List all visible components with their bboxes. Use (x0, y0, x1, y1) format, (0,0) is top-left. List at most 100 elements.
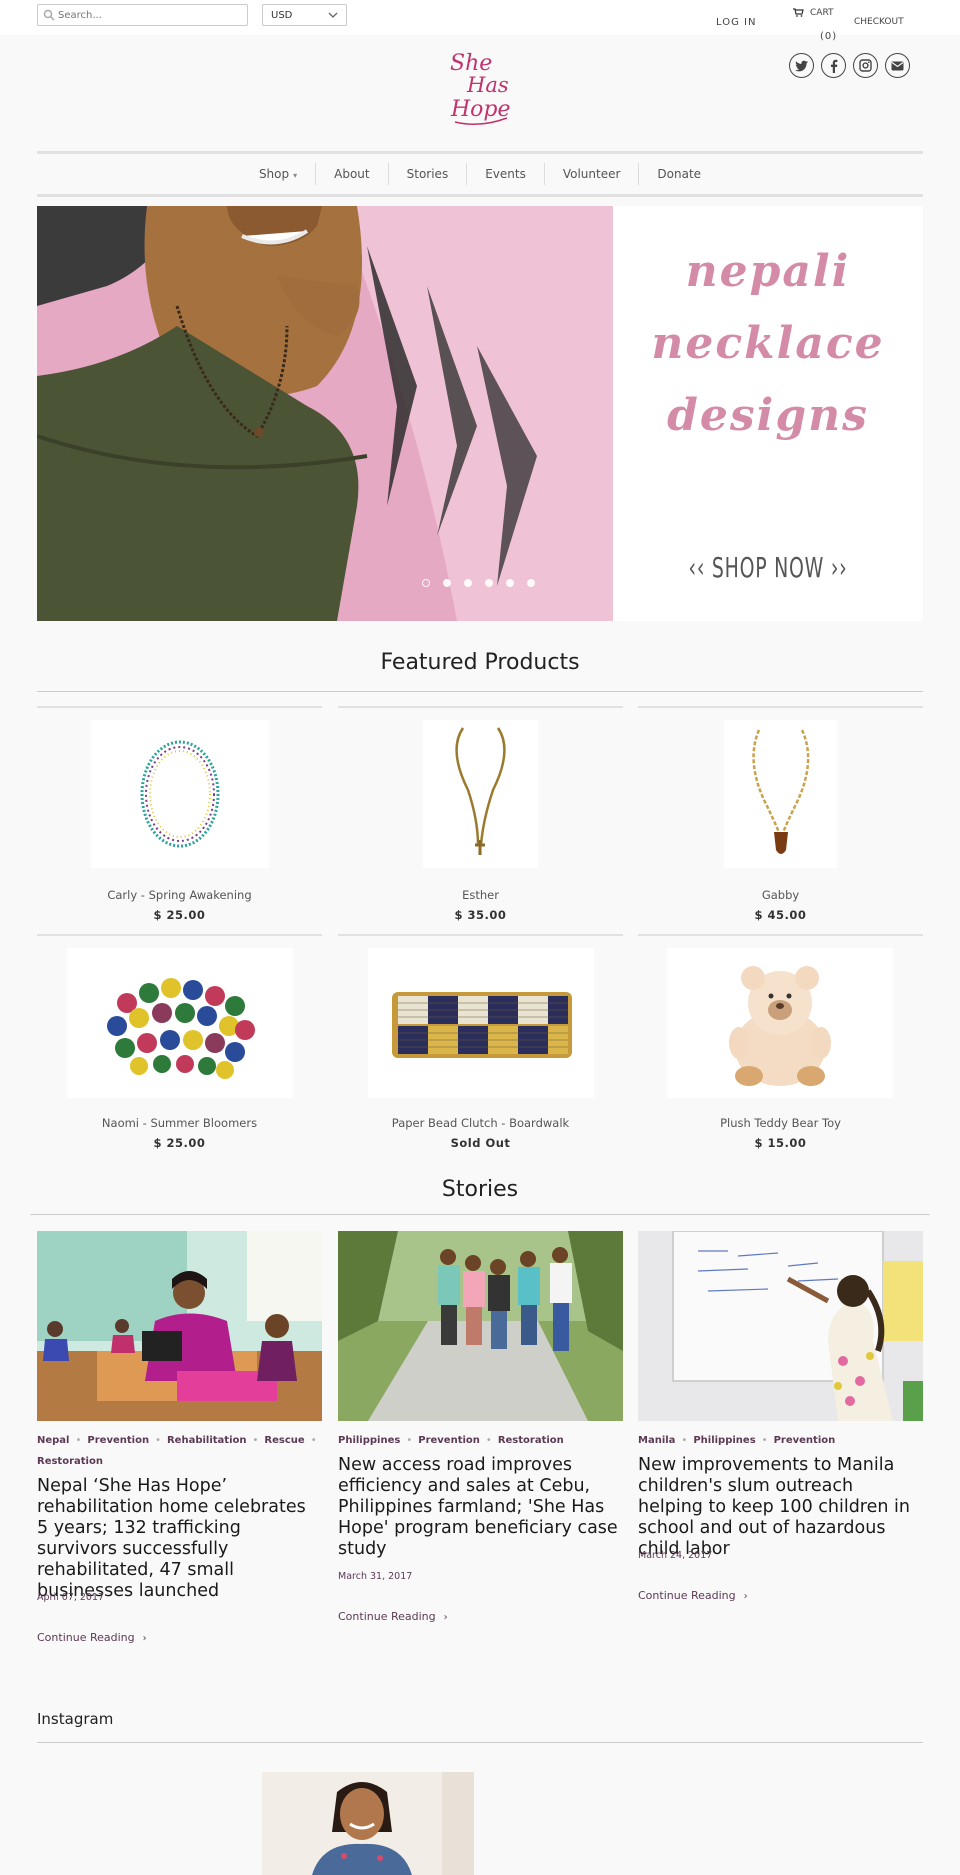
instagram-title: Instagram (37, 1710, 114, 1728)
nav-item-shop[interactable]: Shop ▾ (241, 163, 317, 185)
product-name[interactable]: Esther (338, 888, 623, 902)
product-card[interactable]: Esther $ 35.00 (338, 706, 623, 934)
tag-link[interactable]: Philippines (693, 1435, 755, 1446)
chevron-right-icon: › (743, 1591, 748, 1602)
featured-title: Featured Products (380, 650, 580, 675)
tag-link[interactable]: Prevention (774, 1435, 836, 1446)
story-tags: Nepal • Prevention • Rehabilitation • Rescue • R… (37, 1435, 317, 1467)
tag-link[interactable]: Manila (638, 1435, 675, 1446)
product-image[interactable] (67, 948, 293, 1098)
nav-item-volunteer[interactable]: Volunteer (545, 163, 640, 185)
email-link[interactable] (885, 53, 910, 78)
instagram-link[interactable] (853, 53, 878, 78)
product-name[interactable]: Paper Bead Clutch - Boardwalk (338, 1116, 623, 1130)
svg-text:Has: Has (466, 73, 509, 97)
cart-icon (793, 8, 804, 17)
nav-item-events[interactable]: Events (467, 163, 545, 185)
divider (37, 691, 923, 692)
site-logo[interactable]: She Has Hope (445, 48, 515, 130)
product-image[interactable] (724, 720, 837, 868)
tag-link[interactable]: Nepal (37, 1435, 70, 1446)
story-card: Nepal • Prevention • Rehabilitation • Rescue • R… (37, 1231, 322, 1651)
story-date: March 24, 2017 (638, 1550, 713, 1561)
product-image[interactable] (368, 948, 594, 1098)
product-card[interactable]: Plush Teddy Bear Toy $ 15.00 (638, 934, 923, 1162)
cart-link[interactable]: CART (793, 8, 834, 18)
story-image[interactable] (638, 1231, 923, 1421)
chevron-right-icon: › (443, 1612, 448, 1623)
story-title[interactable]: New improvements to Manila children's sl… (638, 1455, 923, 1560)
story-date: March 31, 2017 (338, 1571, 413, 1582)
slide-dot[interactable] (506, 579, 514, 587)
checkout-link[interactable]: CHECKOUT (854, 17, 904, 27)
shop-now-button[interactable]: ‹‹ SHOP NOW ›› (652, 551, 885, 584)
product-name[interactable]: Naomi - Summer Bloomers (37, 1116, 322, 1130)
divider (37, 1742, 923, 1743)
tag-link[interactable]: Philippines (338, 1435, 400, 1446)
tag-link[interactable]: Rescue (264, 1435, 304, 1446)
continue-reading-label: Continue Reading (338, 1610, 436, 1623)
chevron-down-icon (328, 12, 338, 18)
tag-link[interactable]: Restoration (498, 1435, 564, 1446)
instagram-photo[interactable] (262, 1772, 474, 1875)
continue-reading-label: Continue Reading (638, 1589, 736, 1602)
she-has-hope-logo: She Has Hope (450, 51, 511, 125)
hero-slideshow[interactable]: nepali necklace designs ‹‹ SHOP NOW ›› (37, 206, 923, 621)
hero-promo[interactable]: nepali necklace designs ‹‹ SHOP NOW ›› (613, 206, 923, 621)
slide-dot[interactable] (464, 579, 472, 587)
cart-label: CART (810, 8, 834, 18)
continue-reading-link[interactable]: Continue Reading › (338, 1610, 448, 1623)
tag-link[interactable]: Restoration (37, 1456, 103, 1467)
tag-link[interactable]: Prevention (87, 1435, 149, 1446)
product-card[interactable]: Paper Bead Clutch - Boardwalk Sold Out (338, 934, 623, 1162)
slide-dot[interactable] (422, 579, 430, 587)
nav-item-stories[interactable]: Stories (389, 163, 468, 185)
hero-line-2: necklace (651, 318, 885, 369)
story-image[interactable] (37, 1231, 322, 1421)
product-card[interactable]: Naomi - Summer Bloomers $ 25.00 (37, 934, 322, 1162)
nav-item-donate[interactable]: Donate (639, 163, 719, 185)
instagram-icon (859, 59, 872, 72)
tag-link[interactable]: Rehabilitation (167, 1435, 247, 1446)
chevron-right-icon: › (142, 1633, 147, 1644)
product-card[interactable]: Gabby $ 45.00 (638, 706, 923, 934)
product-name[interactable]: Carly - Spring Awakening (37, 888, 322, 902)
top-bar: USD LOG IN CART (0) CHECKOUT (0, 0, 960, 42)
continue-reading-link[interactable]: Continue Reading › (37, 1631, 147, 1644)
hero-line-3: designs (667, 390, 869, 441)
cart-count: (0) (820, 31, 838, 42)
twitter-link[interactable] (789, 53, 814, 78)
product-name[interactable]: Plush Teddy Bear Toy (638, 1116, 923, 1130)
login-link[interactable]: LOG IN (716, 17, 756, 28)
search-input[interactable] (58, 7, 243, 23)
caret-down-icon: ▾ (293, 171, 298, 180)
currency-select[interactable]: USD (262, 4, 347, 26)
continue-reading-label: Continue Reading (37, 1631, 135, 1644)
product-image[interactable] (667, 948, 893, 1098)
product-price: $ 25.00 (153, 1136, 206, 1150)
story-image[interactable] (338, 1231, 623, 1421)
story-date: April 07, 2017 (37, 1592, 105, 1603)
email-icon (891, 61, 904, 70)
continue-reading-link[interactable]: Continue Reading › (638, 1589, 748, 1602)
nav-item-about[interactable]: About (316, 163, 389, 185)
search-box[interactable] (37, 4, 248, 26)
stories-title: Stories (441, 1177, 519, 1202)
twitter-icon (794, 60, 808, 71)
tag-link[interactable]: Prevention (418, 1435, 480, 1446)
story-title[interactable]: New access road improves efficiency and … (338, 1455, 623, 1560)
story-title[interactable]: Nepal ‘She Has Hope’ rehabilitation home… (37, 1476, 322, 1602)
product-price: $ 25.00 (153, 908, 206, 922)
product-image[interactable] (423, 720, 538, 868)
product-image[interactable] (91, 720, 269, 868)
product-name[interactable]: Gabby (638, 888, 923, 902)
product-card[interactable]: Carly - Spring Awakening $ 25.00 (37, 706, 322, 934)
product-price: $ 15.00 (754, 1136, 807, 1150)
facebook-link[interactable] (821, 53, 846, 78)
slide-dot[interactable] (485, 579, 493, 587)
story-tags: Philippines • Prevention • Restoration (338, 1435, 564, 1446)
slide-dot[interactable] (443, 579, 451, 587)
facebook-icon (830, 59, 837, 73)
story-card: Philippines • Prevention • Restoration New a… (338, 1231, 623, 1631)
slide-dot[interactable] (527, 579, 535, 587)
